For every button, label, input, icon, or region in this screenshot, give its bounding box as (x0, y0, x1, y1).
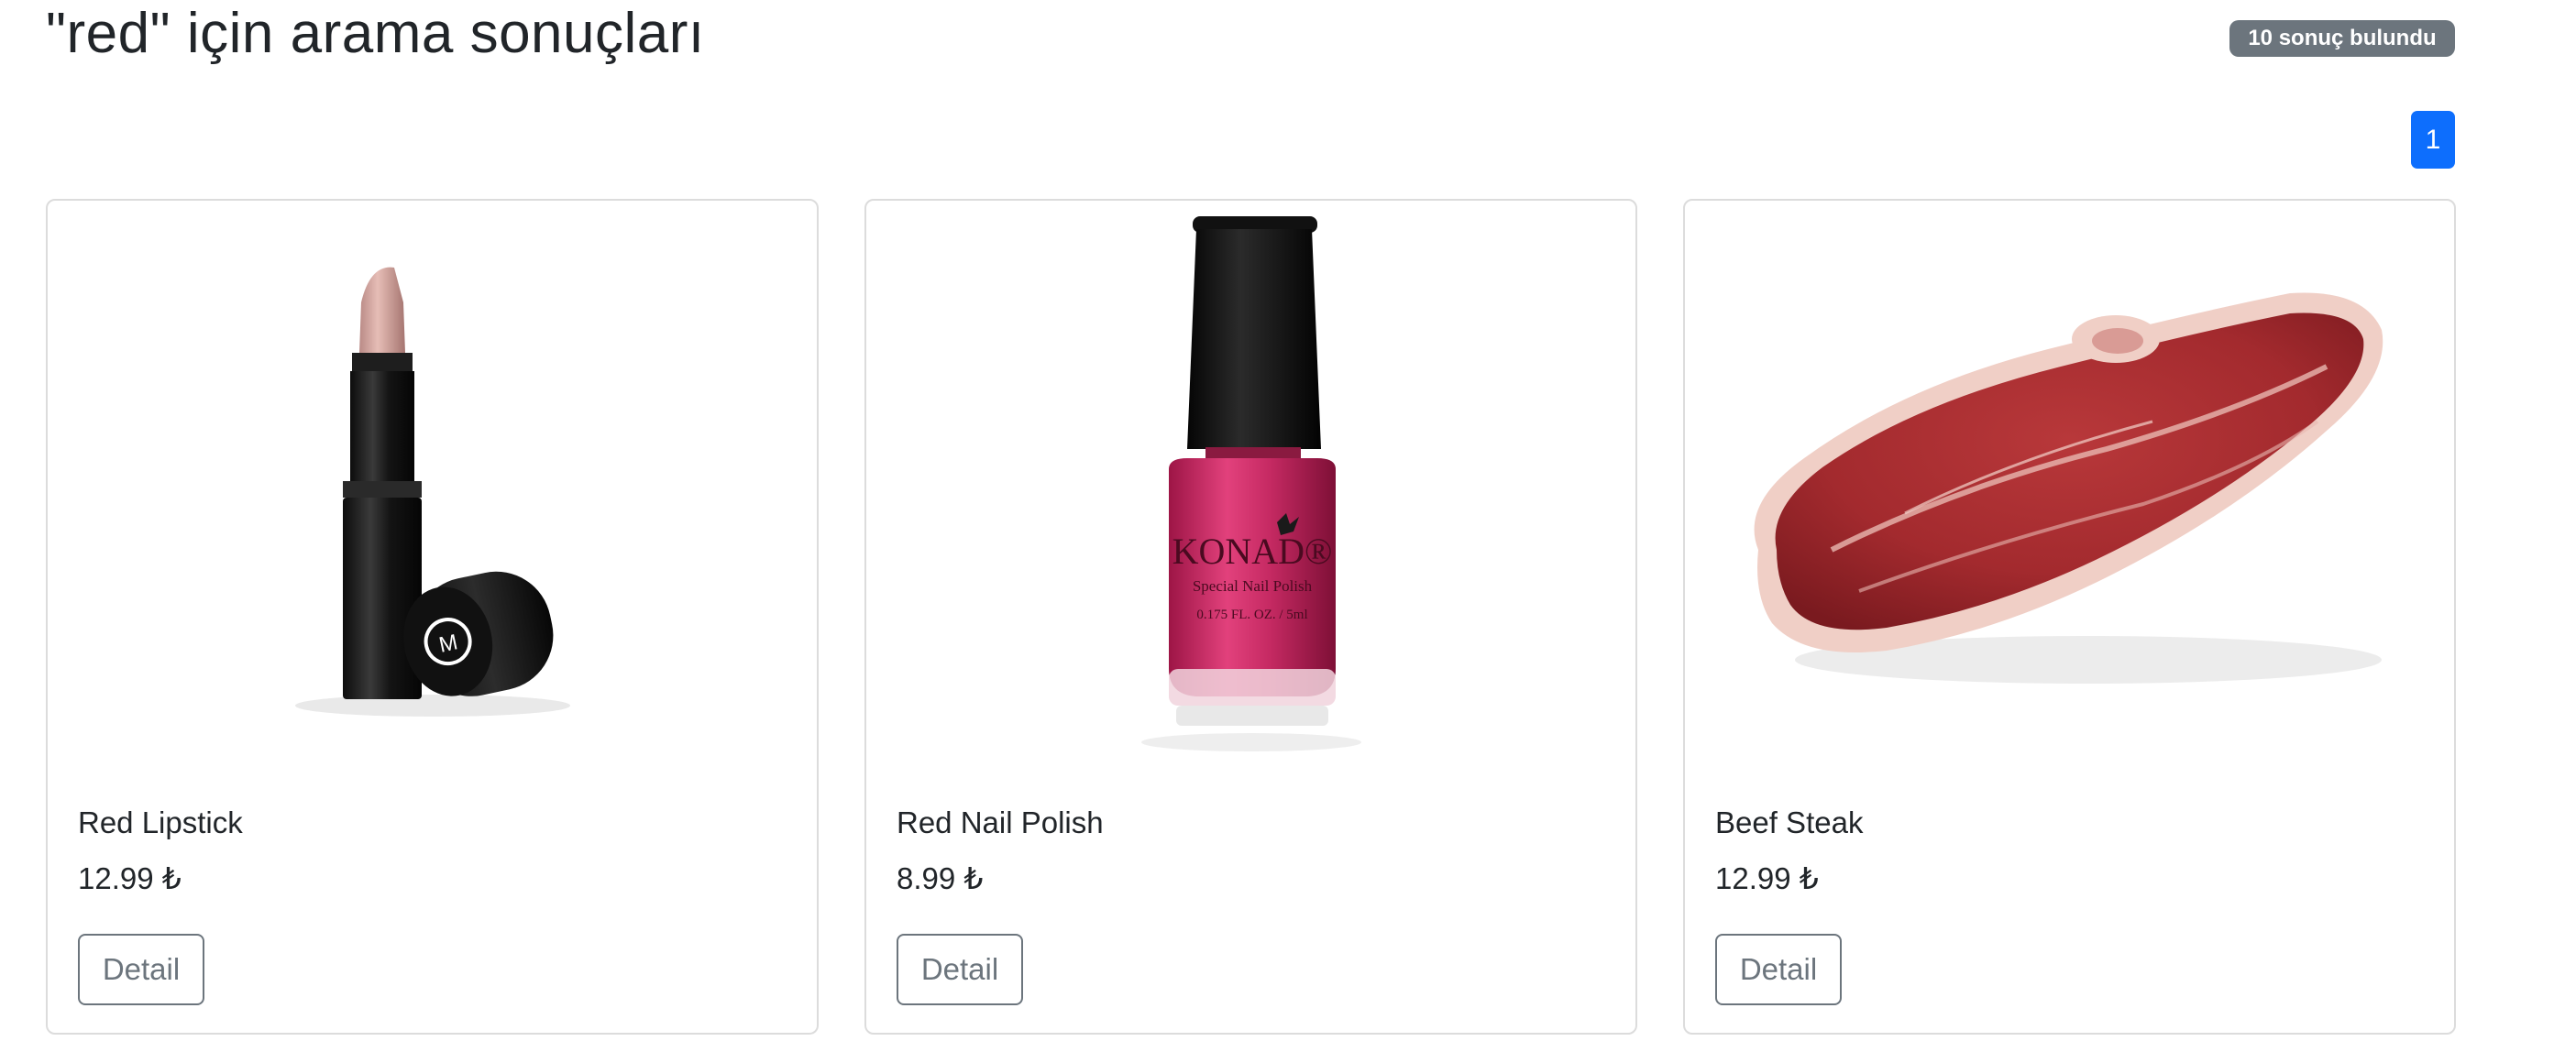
product-card: KONAD® Special Nail Polish 0.175 FL. OZ.… (864, 199, 1637, 1035)
product-name: Red Nail Polish (897, 805, 1104, 839)
lipstick-image: M (48, 206, 817, 765)
nail-polish-image: KONAD® Special Nail Polish 0.175 FL. OZ.… (866, 206, 1635, 765)
search-results-page: "red" için arama sonuçları 10 sonuç bulu… (0, 0, 2576, 1041)
detail-button[interactable]: Detail (1715, 934, 1842, 1005)
steak-image (1685, 206, 2454, 765)
product-card: M Red Lipstick 12.99 ₺ Detail (46, 199, 819, 1035)
nail-polish-subtitle: Special Nail Polish (1192, 577, 1312, 595)
product-price: 12.99 ₺ (1715, 861, 1819, 895)
product-grid: M Red Lipstick 12.99 ₺ Detail KONAD® Spe… (46, 199, 2456, 1035)
product-price: 12.99 ₺ (78, 861, 182, 895)
page-title: "red" için arama sonuçları (46, 2, 705, 65)
product-name: Red Lipstick (78, 805, 243, 839)
result-count-badge: 10 sonuç bulundu (2229, 20, 2455, 57)
nail-polish-brand: KONAD® (1172, 531, 1332, 572)
pagination: 1 (2411, 111, 2455, 169)
detail-button[interactable]: Detail (897, 934, 1023, 1005)
detail-button[interactable]: Detail (78, 934, 204, 1005)
product-name: Beef Steak (1715, 805, 1864, 839)
product-card: Beef Steak 12.99 ₺ Detail (1683, 199, 2456, 1035)
page-button-1[interactable]: 1 (2411, 111, 2455, 169)
nail-polish-size: 0.175 FL. OZ. / 5ml (1196, 608, 1307, 622)
product-price: 8.99 ₺ (897, 861, 984, 895)
